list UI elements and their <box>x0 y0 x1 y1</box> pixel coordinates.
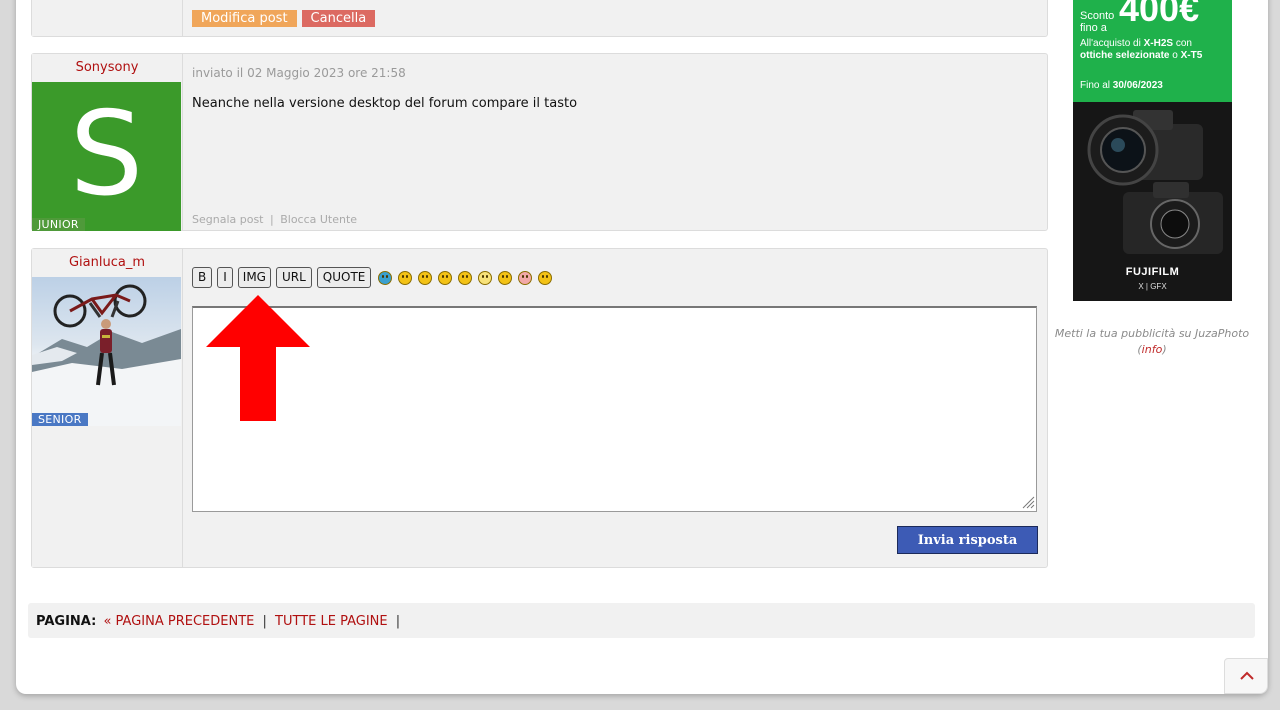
italic-button[interactable]: I <box>217 267 233 288</box>
double-chevron-left-icon: « <box>103 614 112 629</box>
separator: | <box>270 213 274 226</box>
ad-advertise-note: Metti la tua pubblicità su JuzaPhoto (in… <box>1054 327 1250 356</box>
sad-smiley-icon[interactable] <box>538 270 553 285</box>
delete-post-button[interactable]: Cancella <box>301 10 376 27</box>
block-user-link[interactable]: Blocca Utente <box>280 213 357 226</box>
send-reply-button[interactable]: Invia risposta <box>897 526 1038 554</box>
reply-username[interactable]: Gianluca_m <box>32 255 182 270</box>
post-sidebar: Gianluca_m SENIOR <box>32 249 183 567</box>
previous-post: Modifica post Cancella <box>31 0 1048 37</box>
tongue-smiley-icon[interactable] <box>458 270 473 285</box>
surprised-smiley-icon[interactable] <box>478 270 493 285</box>
url-button[interactable]: URL <box>275 267 312 288</box>
post-sidebar: Sonysony S JUNIOR <box>32 54 183 231</box>
report-post-link[interactable]: Segnala post <box>192 213 264 226</box>
grin-smiley-icon[interactable] <box>378 270 393 285</box>
camera-image <box>1087 110 1223 254</box>
post-body: Neanche nella versione desktop del forum… <box>192 96 578 111</box>
previous-page-link[interactable]: « PAGINA PRECEDENTE <box>103 614 258 629</box>
ad-promo-text: All'acquisto di X-H2S con ottiche selezi… <box>1080 38 1203 61</box>
wink-smiley-icon[interactable] <box>438 270 453 285</box>
separator: | <box>262 614 267 629</box>
separator: | <box>395 614 401 629</box>
avatar-letter: S <box>69 87 144 222</box>
ad-brand: FUJIFILM <box>1125 266 1180 278</box>
smile-smiley-icon[interactable] <box>398 270 413 285</box>
image-button[interactable]: IMG <box>237 267 271 288</box>
ad-sub-brand: X | GFX <box>1138 282 1167 291</box>
ad-date-line: Fino al 30/06/2023 <box>1080 80 1163 91</box>
forum-post: Sonysony S JUNIOR inviato il 02 Maggio 2… <box>31 53 1048 231</box>
post-date: inviato il 02 Maggio 2023 ore 21:58 <box>192 66 406 80</box>
post-sidebar <box>32 0 183 36</box>
pagination-label: PAGINA: <box>36 614 97 629</box>
avatar[interactable]: S JUNIOR <box>32 82 181 231</box>
annotation-arrow-icon <box>206 295 310 421</box>
reply-form: Gianluca_m SENIOR B I IMG URL QUOTE Invi… <box>31 248 1048 568</box>
bold-button[interactable]: B <box>192 267 213 288</box>
advertisement-banner[interactable]: Sconto fino a 400€ All'acquisto di X-H2S… <box>1073 0 1232 301</box>
reply-textarea[interactable] <box>192 306 1037 512</box>
chevron-up-icon <box>1240 671 1254 680</box>
resize-grip-icon[interactable] <box>1021 495 1035 509</box>
ad-info-link[interactable]: info <box>1142 343 1163 356</box>
edit-post-button[interactable]: Modifica post <box>192 10 297 27</box>
previous-page-label: PAGINA PRECEDENTE <box>115 614 255 629</box>
quote-button[interactable]: QUOTE <box>316 267 372 288</box>
ad-discount-label: Sconto fino a <box>1080 10 1115 34</box>
avatar-photo <box>32 284 181 426</box>
ad-amount: 400€ <box>1119 0 1200 29</box>
bbcode-toolbar: B I IMG URL QUOTE <box>192 267 553 288</box>
post-username[interactable]: Sonysony <box>32 60 182 75</box>
cool-smiley-icon[interactable] <box>418 270 433 285</box>
pagination-bar: PAGINA: « PAGINA PRECEDENTE | TUTTE LE P… <box>28 603 1255 638</box>
rank-badge: JUNIOR <box>32 218 85 231</box>
confused-smiley-icon[interactable] <box>498 270 513 285</box>
all-pages-link[interactable]: TUTTE LE PAGINE <box>275 614 388 629</box>
scroll-to-top-button[interactable] <box>1224 658 1268 694</box>
rank-badge: SENIOR <box>32 413 88 426</box>
avatar[interactable]: SENIOR <box>32 277 181 426</box>
post-actions: Segnala post | Blocca Utente <box>192 213 357 226</box>
angry-smiley-icon[interactable] <box>518 270 533 285</box>
